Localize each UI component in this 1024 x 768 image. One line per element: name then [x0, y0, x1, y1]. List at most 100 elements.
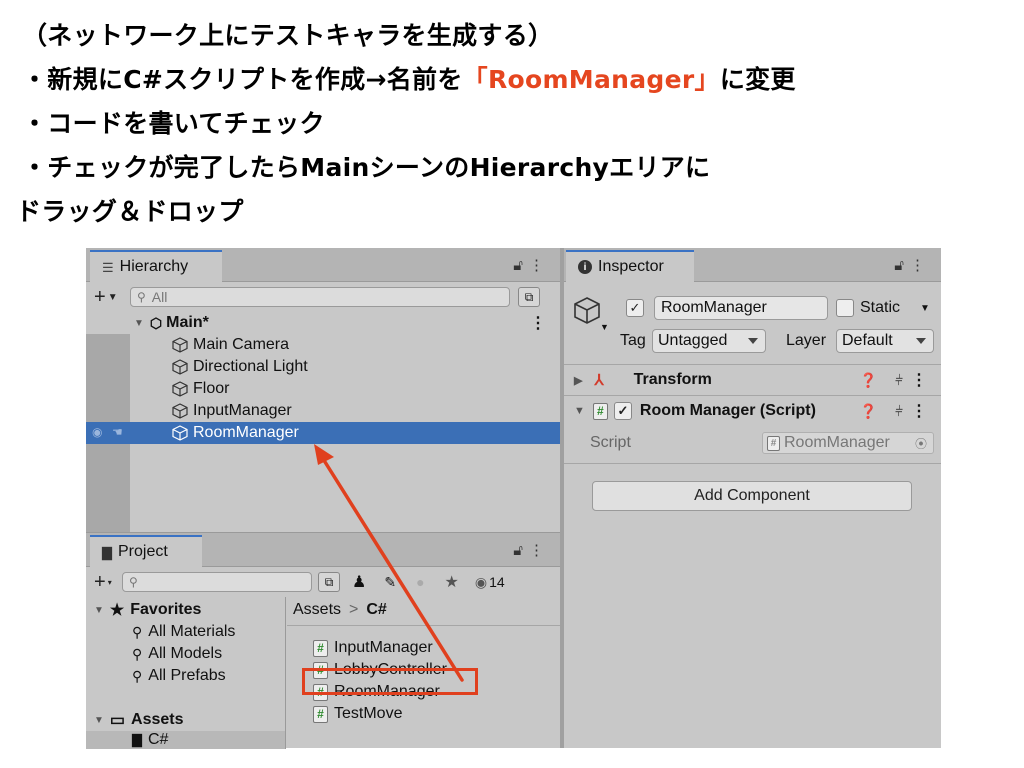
folder-label: C#: [148, 731, 169, 748]
script-field-label: Script: [590, 434, 631, 451]
chevron-down-icon: [916, 338, 926, 344]
expand-triangle-icon[interactable]: ▼: [94, 605, 104, 616]
static-dropdown-caret[interactable]: ▼: [920, 303, 930, 314]
project-tab-controls[interactable]: 🔓︎⋮: [513, 541, 550, 559]
breadcrumb-current[interactable]: C#: [366, 601, 386, 619]
transform-label: Transform: [633, 371, 712, 388]
tag-value: Untagged: [658, 332, 728, 349]
filter-type-icon[interactable]: ♟: [352, 572, 366, 592]
transform-component-header[interactable]: ▶ ⅄ Transform ❓ ⫩ ⋮: [564, 364, 941, 395]
hierarchy-item-floor[interactable]: Floor: [86, 378, 560, 400]
csharp-script-icon: #: [592, 402, 608, 420]
file-item-testmove[interactable]: # TestMove: [287, 703, 560, 725]
chevron-down-icon: [748, 338, 758, 344]
file-item-inputmanager[interactable]: # InputManager: [287, 637, 560, 659]
script-object-field[interactable]: # RoomManager ⦿: [762, 432, 934, 454]
script-enabled-checkbox[interactable]: ✓: [613, 402, 632, 420]
list-icon: ☰: [102, 260, 114, 275]
project-folder-tree: ▼ ★ Favorites ⚲ All Materials ⚲ All Mode…: [86, 597, 286, 749]
tab-project[interactable]: ▇ Project: [90, 535, 202, 568]
project-tabbar: ▇ Project 🔓︎⋮: [86, 533, 560, 568]
script-component-header[interactable]: ▼ # ✓ Room Manager (Script) ❓ ⫩ ⋮: [564, 395, 941, 426]
create-button[interactable]: + ▼: [94, 286, 122, 309]
favorite-item-all-prefabs[interactable]: ⚲ All Prefabs: [86, 665, 285, 687]
project-search-input[interactable]: ⚲: [122, 572, 312, 592]
search-icon: ⚲: [129, 575, 138, 589]
favorite-item-all-models[interactable]: ⚲ All Models: [86, 643, 285, 665]
project-tab-label: Project: [118, 543, 168, 560]
add-component-button[interactable]: Add Component: [592, 481, 912, 511]
note-line-3: ・コードを書いてチェック: [22, 109, 325, 138]
component-menu-icon[interactable]: ⋮: [911, 401, 927, 421]
object-name-field[interactable]: RoomManager: [654, 296, 828, 320]
component-menu-icon[interactable]: ⋮: [911, 370, 927, 390]
chevron-down-icon: ▼: [107, 291, 118, 303]
expand-triangle-icon[interactable]: ▼: [134, 318, 144, 329]
scene-visibility-icon: ⧉: [524, 289, 534, 304]
breadcrumb: Assets > C#: [293, 601, 387, 619]
search-icon: ⚲: [132, 623, 143, 640]
search-mode-button[interactable]: ⧉: [318, 572, 340, 592]
expand-triangle-icon[interactable]: ▶: [574, 374, 582, 387]
hierarchy-search-input[interactable]: ⚲ All: [130, 287, 510, 307]
gameobject-cube-icon: [172, 403, 188, 419]
lock-icon[interactable]: 🔓︎: [894, 257, 910, 274]
hierarchy-item-label: Main Camera: [193, 336, 290, 353]
gameobject-large-cube-icon: [574, 297, 600, 324]
hierarchy-item-label: Directional Light: [193, 358, 308, 375]
hierarchy-item-roommanager[interactable]: ◉ ☚ RoomManager: [86, 422, 560, 444]
preset-sliders-icon[interactable]: ⫩: [895, 403, 903, 420]
tab-hierarchy[interactable]: ☰ Hierarchy: [90, 250, 222, 283]
row-gutter: [86, 334, 130, 356]
favorites-row[interactable]: ▼ ★ Favorites: [86, 599, 285, 621]
scene-visibility-button[interactable]: ⧉: [518, 287, 540, 307]
static-checkbox[interactable]: [836, 299, 854, 317]
row-gutter: [86, 378, 130, 400]
file-item-label: InputManager: [334, 639, 433, 656]
visibility-eye-icon[interactable]: ◉: [92, 425, 102, 439]
help-icon[interactable]: ❓: [860, 403, 877, 420]
pickability-hand-icon[interactable]: ☚: [112, 425, 123, 439]
script-component-label: Room Manager (Script): [639, 402, 816, 419]
search-mode-icon: ⧉: [324, 574, 334, 589]
layer-dropdown[interactable]: Default: [836, 329, 934, 353]
help-icon[interactable]: ❓: [860, 372, 877, 389]
folder-csharp[interactable]: ▇ C#: [86, 731, 285, 749]
search-icon: ⚲: [132, 645, 143, 662]
hidden-packages-button[interactable]: ◉ 14: [475, 574, 505, 591]
note-line-2-pre: ・新規にC#スクリプトを作成→名前を: [22, 65, 463, 94]
assets-row[interactable]: ▼ ▭ Assets: [86, 709, 285, 731]
hierarchy-item-inputmanager[interactable]: InputManager: [86, 400, 560, 422]
filter-log-icon[interactable]: ●: [416, 574, 424, 590]
filter-label-icon[interactable]: ✎: [384, 574, 396, 591]
breadcrumb-root[interactable]: Assets: [293, 601, 341, 619]
chevron-down-icon[interactable]: ▼: [600, 322, 609, 332]
scene-menu-icon[interactable]: ⋮: [530, 313, 546, 333]
expand-triangle-icon[interactable]: ▼: [94, 715, 104, 726]
tag-dropdown[interactable]: Untagged: [652, 329, 766, 353]
tab-inspector[interactable]: i Inspector: [566, 250, 694, 283]
hierarchy-item-directional-light[interactable]: Directional Light: [86, 356, 560, 378]
active-checkbox[interactable]: ✓: [626, 299, 644, 317]
object-picker-icon[interactable]: ⦿: [915, 435, 927, 452]
preset-sliders-icon[interactable]: ⫩: [895, 372, 903, 389]
lock-icon[interactable]: 🔓︎: [513, 542, 529, 559]
layer-label: Layer: [786, 332, 827, 349]
inspector-tab-controls[interactable]: 🔓︎⋮: [894, 256, 931, 274]
chevron-down-icon: ▾: [107, 577, 112, 587]
info-icon: i: [578, 260, 592, 274]
scene-row[interactable]: ▼ ⬡ Main* ⋮: [86, 312, 560, 334]
hierarchy-tab-controls[interactable]: 🔓︎⋮: [513, 256, 550, 274]
lock-icon[interactable]: 🔓︎: [513, 257, 529, 274]
favorite-item-label: All Prefabs: [148, 667, 226, 684]
expand-triangle-icon[interactable]: ▼: [574, 405, 585, 417]
scene-name: Main*: [166, 314, 209, 331]
row-gutter: [86, 400, 130, 422]
csharp-script-icon: #: [313, 705, 328, 723]
create-asset-button[interactable]: + ▾: [94, 571, 116, 594]
favorite-star-icon[interactable]: ★: [445, 572, 459, 592]
favorite-item-all-materials[interactable]: ⚲ All Materials: [86, 621, 285, 643]
open-folder-icon: ▭: [109, 712, 126, 729]
hierarchy-item-main-camera[interactable]: Main Camera: [86, 334, 560, 356]
project-toolbar: + ▾ ⚲ ⧉ ♟ ✎ ● ★ ◉ 14: [86, 567, 560, 597]
